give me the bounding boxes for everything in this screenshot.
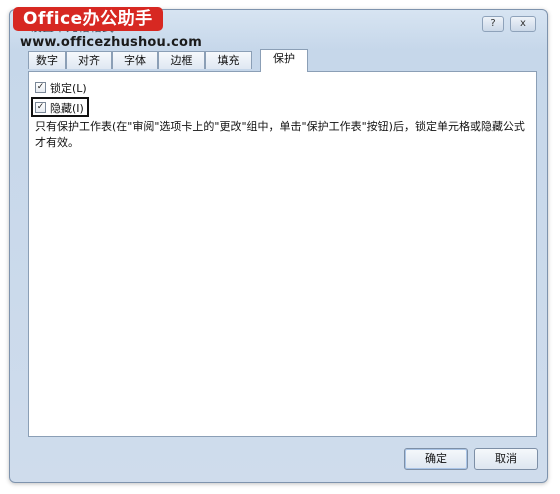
tab-border[interactable]: 边框 xyxy=(158,51,205,69)
tab-alignment[interactable]: 对齐 xyxy=(66,51,112,69)
hidden-checkbox[interactable]: ✓ xyxy=(35,102,46,113)
tab-font[interactable]: 字体 xyxy=(112,51,158,69)
hidden-label: 隐藏(I) xyxy=(50,101,84,115)
ok-button[interactable]: 确定 xyxy=(404,448,468,470)
tab-protection[interactable]: 保护 xyxy=(260,49,308,72)
tab-number[interactable]: 数字 xyxy=(28,51,66,69)
watermark-url: www.officezhushou.com xyxy=(20,35,202,50)
protection-hint-text: 只有保护工作表(在"审阅"选项卡上的"更改"组中，单击"保护工作表"按钮)后，锁… xyxy=(35,120,525,149)
locked-option[interactable]: ✓ 锁定(L) xyxy=(35,80,87,95)
hidden-option[interactable]: ✓ 隐藏(I) xyxy=(35,100,84,115)
locked-label: 锁定(L) xyxy=(50,81,87,95)
watermark-logo: Office办公助手 xyxy=(13,7,163,31)
protection-panel: ✓ 锁定(L) ✓ 隐藏(I) 只有保护工作表(在"审阅"选项卡上的"更改"组中… xyxy=(28,71,537,437)
tab-fill[interactable]: 填充 xyxy=(205,51,252,69)
cancel-button[interactable]: 取消 xyxy=(474,448,538,470)
close-button[interactable]: x xyxy=(510,16,536,32)
locked-checkbox[interactable]: ✓ xyxy=(35,82,46,93)
help-button[interactable]: ? xyxy=(482,16,504,32)
